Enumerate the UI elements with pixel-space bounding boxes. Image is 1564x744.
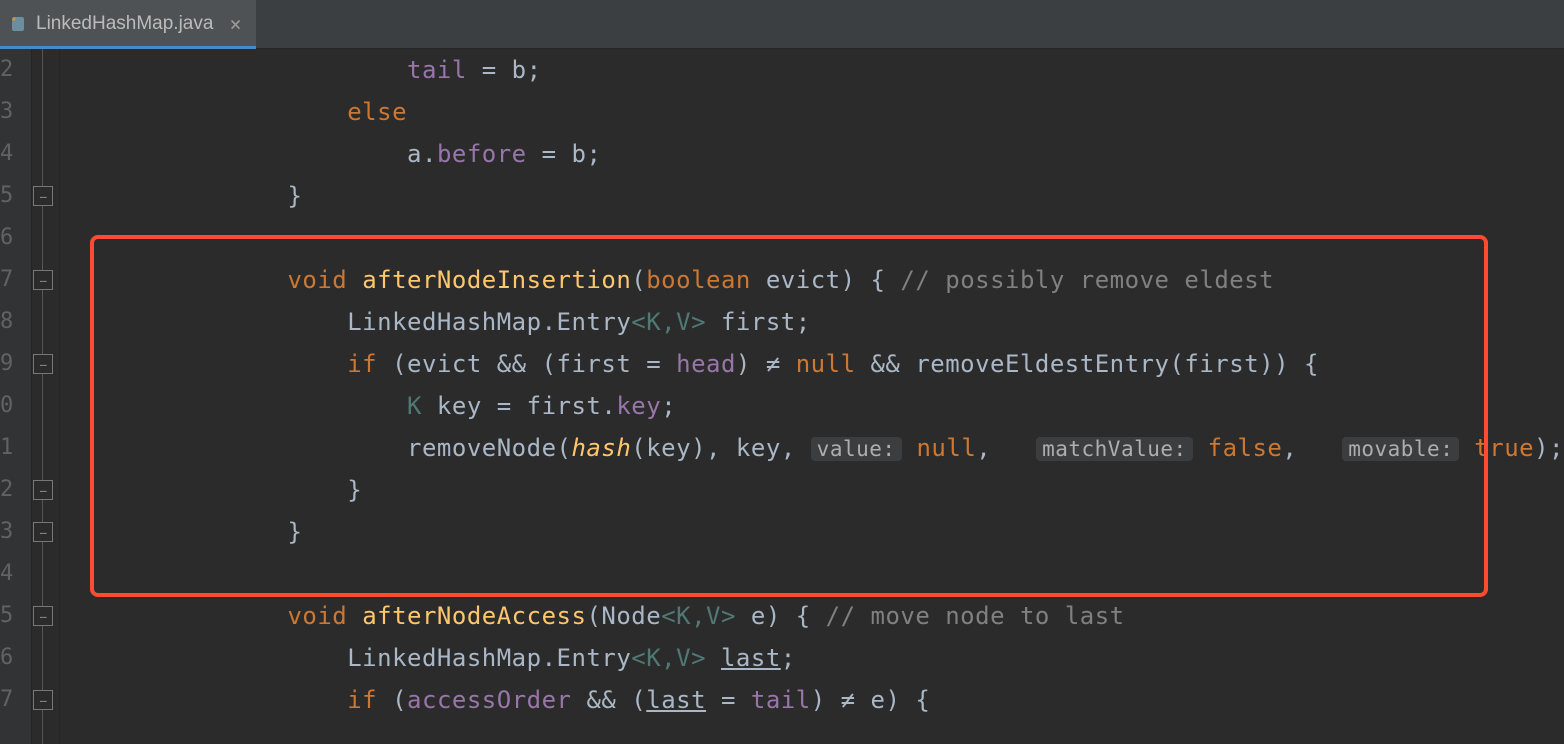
code-line: removeNode(hash(key), key, value: null, … bbox=[108, 427, 1564, 469]
line-number: 3 bbox=[0, 91, 31, 133]
java-file-icon bbox=[10, 15, 28, 33]
line-number: 5 bbox=[0, 175, 31, 217]
line-number: 8 bbox=[0, 301, 31, 343]
code-area[interactable]: tail = b; else a.before = b; } void afte… bbox=[60, 49, 1564, 744]
fold-end-icon[interactable] bbox=[33, 480, 53, 500]
fold-gutter bbox=[32, 49, 60, 744]
code-line: else bbox=[108, 91, 1564, 133]
line-number: 5 bbox=[0, 595, 31, 637]
tab-filename: LinkedHashMap.java bbox=[36, 13, 213, 35]
code-editor[interactable]: 2 3 4 5 6 7 8 9 0 1 2 3 4 5 6 7 bbox=[0, 49, 1564, 744]
code-line: LinkedHashMap.Entry<K,V> first; bbox=[108, 301, 1564, 343]
code-line: } bbox=[108, 175, 1564, 217]
code-line: tail = b; bbox=[108, 49, 1564, 91]
fold-collapse-icon[interactable] bbox=[33, 690, 53, 710]
editor-scrollbar[interactable] bbox=[1548, 49, 1564, 744]
line-number: 6 bbox=[0, 217, 31, 259]
line-number: 7 bbox=[0, 259, 31, 301]
inlay-hint: matchValue: bbox=[1036, 437, 1193, 461]
code-line: void afterNodeInsertion(boolean evict) {… bbox=[108, 259, 1564, 301]
tab-bar: LinkedHashMap.java × bbox=[0, 0, 1564, 49]
file-tab[interactable]: LinkedHashMap.java × bbox=[0, 0, 256, 48]
code-line: if (accessOrder && (last = tail) ≠ e) { bbox=[108, 679, 1564, 721]
fold-end-icon[interactable] bbox=[33, 522, 53, 542]
line-number: 4 bbox=[0, 553, 31, 595]
fold-end-icon[interactable] bbox=[33, 186, 53, 206]
inlay-hint: movable: bbox=[1342, 437, 1459, 461]
code-line: LinkedHashMap.Entry<K,V> last; bbox=[108, 637, 1564, 679]
fold-collapse-icon[interactable] bbox=[33, 270, 53, 290]
code-line: if (evict && (first = head) ≠ null && re… bbox=[108, 343, 1564, 385]
line-number: 6 bbox=[0, 637, 31, 679]
code-line: K key = first.key; bbox=[108, 385, 1564, 427]
close-icon[interactable]: × bbox=[229, 12, 241, 36]
fold-collapse-icon[interactable] bbox=[33, 606, 53, 626]
line-number: 7 bbox=[0, 679, 31, 721]
code-line: } bbox=[108, 511, 1564, 553]
line-number: 0 bbox=[0, 385, 31, 427]
fold-collapse-icon[interactable] bbox=[33, 354, 53, 374]
code-line bbox=[108, 217, 1564, 259]
line-number-gutter: 2 3 4 5 6 7 8 9 0 1 2 3 4 5 6 7 bbox=[0, 49, 32, 744]
line-number: 2 bbox=[0, 469, 31, 511]
line-number: 2 bbox=[0, 49, 31, 91]
line-number: 1 bbox=[0, 427, 31, 469]
line-number: 9 bbox=[0, 343, 31, 385]
code-line: void afterNodeAccess(Node<K,V> e) { // m… bbox=[108, 595, 1564, 637]
code-line: } bbox=[108, 469, 1564, 511]
line-number: 4 bbox=[0, 133, 31, 175]
code-line bbox=[108, 553, 1564, 595]
inlay-hint: value: bbox=[811, 437, 902, 461]
line-number: 3 bbox=[0, 511, 31, 553]
code-line: a.before = b; bbox=[108, 133, 1564, 175]
